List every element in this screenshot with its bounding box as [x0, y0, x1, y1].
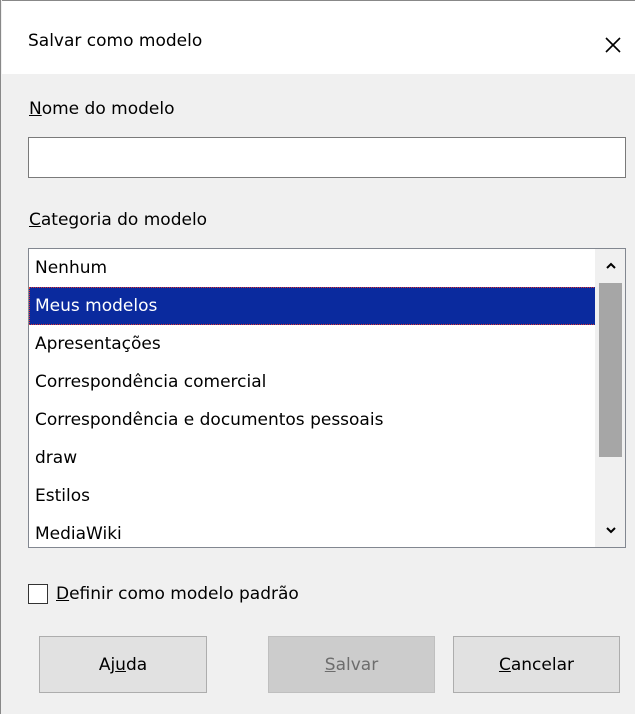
- category-items: Nenhum Meus modelos Apresentações Correspon…: [29, 249, 596, 547]
- chevron-up-icon: [606, 262, 616, 269]
- list-item[interactable]: draw: [29, 439, 596, 477]
- default-template-label-mnemonic: D: [56, 584, 70, 604]
- template-name-label-text: ome do modelo: [41, 99, 175, 119]
- close-icon: [605, 37, 621, 53]
- template-category-list[interactable]: Nenhum Meus modelos Apresentações Correspon…: [28, 248, 626, 548]
- cancel-button-mnemonic: C: [498, 654, 511, 675]
- chevron-down-icon: [606, 527, 616, 534]
- save-button-text-post: alvar: [335, 654, 379, 675]
- list-item[interactable]: Correspondência comercial: [29, 363, 596, 401]
- scroll-thumb[interactable]: [599, 283, 622, 457]
- template-name-label: Nome do modelo: [29, 99, 174, 119]
- default-template-label-text: efinir como modelo padrão: [69, 584, 299, 604]
- list-item[interactable]: Correspondência e documentos pessoais: [29, 401, 596, 439]
- help-button[interactable]: Aj u da: [39, 636, 207, 693]
- cancel-button-text-post: ancelar: [510, 654, 574, 675]
- list-item[interactable]: Estilos: [29, 477, 596, 515]
- default-template-checkbox[interactable]: [28, 584, 48, 604]
- list-item[interactable]: Apresentações: [29, 325, 596, 363]
- close-button[interactable]: [590, 23, 635, 67]
- cancel-button[interactable]: Cancelar: [453, 636, 620, 693]
- list-item[interactable]: MediaWiki: [29, 515, 596, 547]
- dialog-title: Salvar como modelo: [28, 31, 203, 51]
- default-template-option[interactable]: Definir como modelo padrão: [28, 580, 299, 608]
- list-scrollbar[interactable]: [595, 249, 625, 547]
- template-category-label-text: ategoria do modelo: [40, 210, 208, 230]
- template-category-label-mnemonic: C: [29, 210, 41, 230]
- list-item[interactable]: Nenhum: [29, 249, 596, 287]
- help-button-text-post: da: [125, 654, 148, 675]
- scroll-up-button[interactable]: [596, 249, 625, 283]
- help-button-mnemonic: u: [115, 654, 126, 675]
- template-name-input[interactable]: [28, 137, 626, 178]
- help-button-text-pre: Aj: [98, 654, 116, 675]
- template-name-label-mnemonic: N: [29, 99, 42, 119]
- title-bar: Salvar como modelo: [2, 0, 635, 74]
- template-category-label: Categoria do modelo: [29, 210, 207, 230]
- save-as-template-dialog: Salvar como modelo Nome do modelo Catego…: [0, 0, 635, 714]
- list-item[interactable]: Meus modelos: [29, 287, 596, 325]
- save-button[interactable]: Salvar: [268, 636, 435, 693]
- default-template-label[interactable]: Definir como modelo padrão: [56, 584, 299, 604]
- save-button-mnemonic: S: [324, 654, 336, 675]
- scroll-down-button[interactable]: [596, 513, 625, 547]
